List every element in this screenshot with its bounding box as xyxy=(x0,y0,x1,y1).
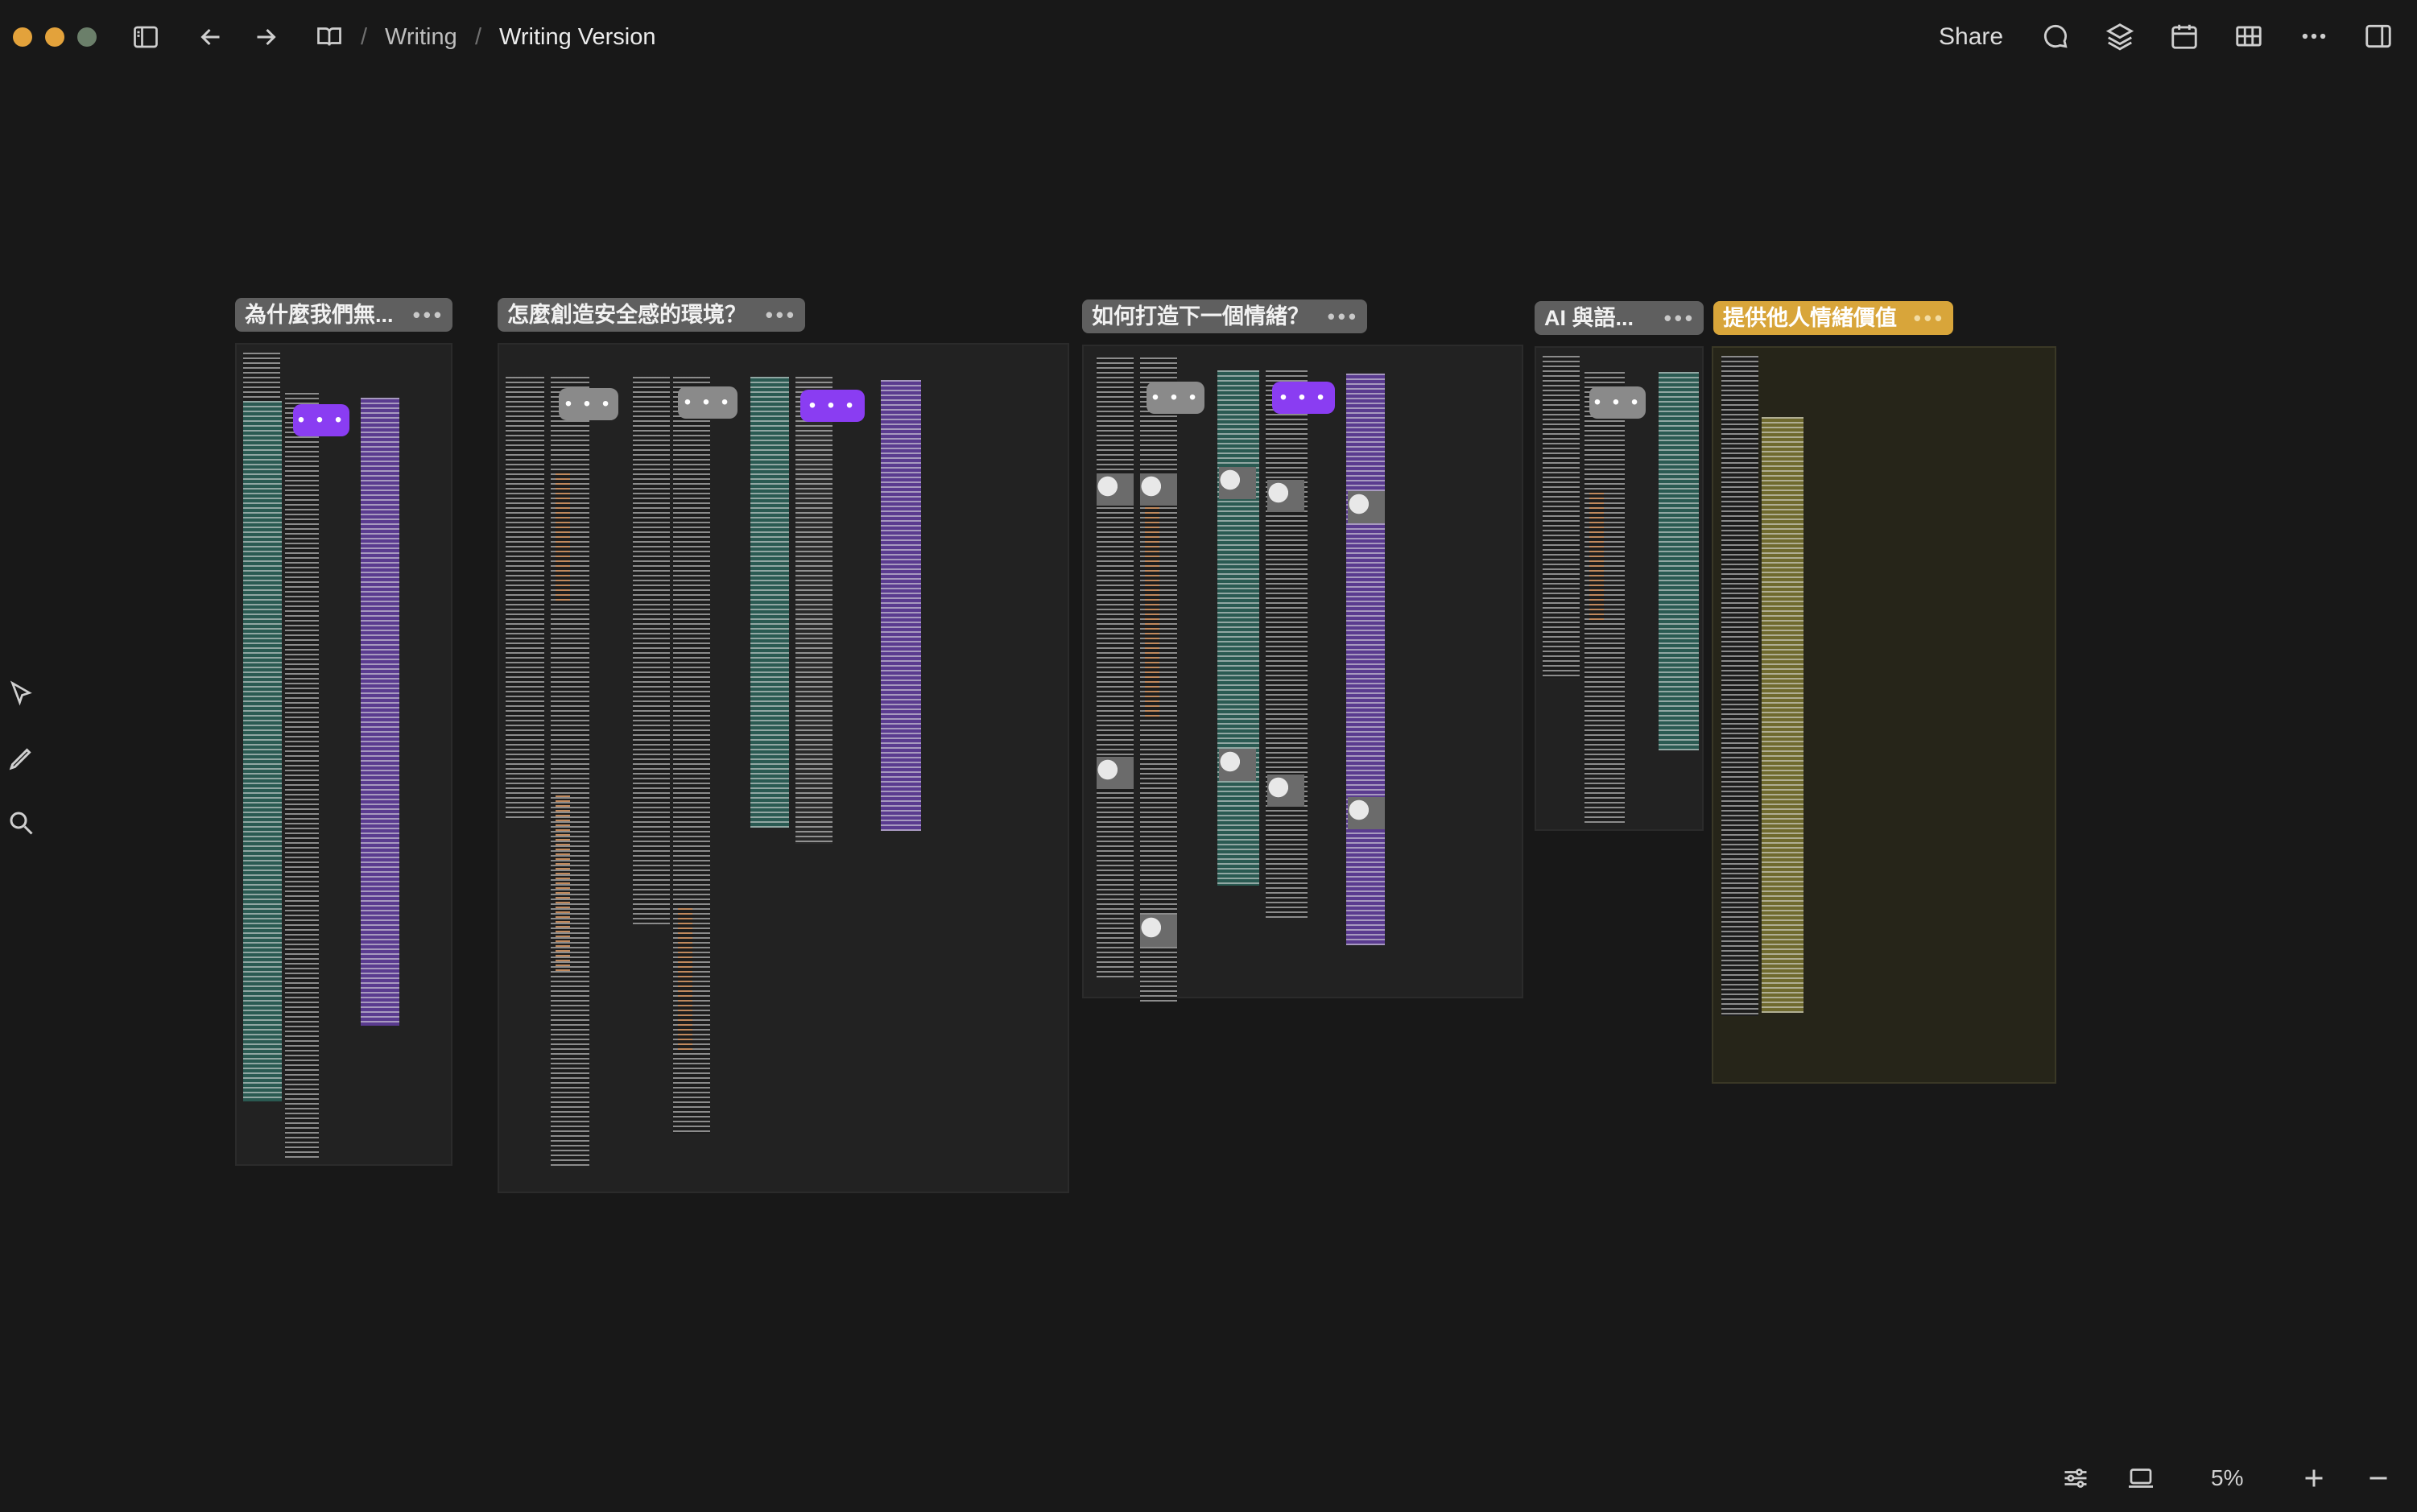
frame-title[interactable]: 如何打造下一個情緒？ ••• xyxy=(1082,300,1367,333)
note-column[interactable] xyxy=(243,353,280,401)
adjustments-icon[interactable] xyxy=(2061,1464,2090,1493)
library-icon[interactable] xyxy=(2233,21,2264,52)
comment-bubble[interactable]: • • • xyxy=(1147,382,1204,414)
highlight-marks xyxy=(556,473,570,602)
canvas-frame[interactable]: • • • xyxy=(1535,346,1704,831)
image-thumbnail[interactable] xyxy=(1219,467,1256,499)
comment-icon[interactable] xyxy=(2040,21,2071,52)
note-column[interactable] xyxy=(1097,357,1134,977)
sidebar-toggle-icon[interactable] xyxy=(130,23,161,52)
note-column[interactable] xyxy=(881,380,921,831)
note-column[interactable] xyxy=(750,377,789,828)
image-thumbnail[interactable] xyxy=(1140,915,1177,947)
note-column[interactable] xyxy=(506,377,544,820)
image-thumbnail[interactable] xyxy=(1267,480,1304,512)
close-window-button[interactable] xyxy=(13,27,32,47)
frame-menu-icon[interactable]: ••• xyxy=(413,298,444,332)
frame-title-text: 為什麼我們無... xyxy=(245,303,394,327)
note-column[interactable] xyxy=(1217,370,1259,886)
highlight-marks xyxy=(556,795,570,973)
breadcrumb-parent[interactable]: Writing xyxy=(385,23,457,52)
highlight-marks xyxy=(678,908,692,1053)
frame-title-text: 提供他人情緒價值 xyxy=(1723,306,1897,330)
frame-title[interactable]: AI 與語... ••• xyxy=(1535,301,1704,335)
image-thumbnail[interactable] xyxy=(1140,473,1177,506)
breadcrumb-separator-2: / xyxy=(475,24,482,50)
comment-bubble[interactable]: • • • xyxy=(1589,386,1646,419)
note-column[interactable] xyxy=(1721,356,1758,1016)
more-options-icon[interactable] xyxy=(2298,21,2330,52)
comment-bubble[interactable]: • • • xyxy=(293,404,349,436)
calendar-icon[interactable] xyxy=(2169,21,2200,52)
note-column[interactable] xyxy=(285,393,319,1158)
canvas-frame[interactable]: • • • • • • • • • xyxy=(498,343,1069,1193)
right-panel-toggle-icon[interactable] xyxy=(2362,21,2394,52)
comment-bubble[interactable]: • • • xyxy=(678,386,737,419)
note-column[interactable] xyxy=(1659,372,1699,750)
note-column[interactable] xyxy=(1762,417,1803,1013)
frame-menu-icon[interactable]: ••• xyxy=(1914,301,1945,335)
image-thumbnail[interactable] xyxy=(1267,775,1304,807)
note-column[interactable] xyxy=(1266,370,1308,918)
breadcrumb-separator: / xyxy=(361,24,368,50)
layers-icon[interactable] xyxy=(2105,21,2135,52)
frame-title-text: 如何打造下一個情緒？ xyxy=(1092,304,1309,328)
frame-title-text: AI 與語... xyxy=(1544,306,1634,330)
highlight-marks xyxy=(1589,493,1604,622)
comment-bubble[interactable]: • • • xyxy=(1272,382,1335,414)
frame-title[interactable]: 提供他人情緒價值 ••• xyxy=(1713,301,1953,335)
image-thumbnail[interactable] xyxy=(1219,749,1256,781)
breadcrumb-current[interactable]: Writing Version xyxy=(499,23,656,52)
canvas-frame[interactable]: • • • • • • xyxy=(1082,345,1523,1002)
frame-title[interactable]: 為什麼我們無... ••• xyxy=(235,298,452,332)
view-mode-icon[interactable] xyxy=(2126,1464,2156,1493)
frame-menu-icon[interactable]: ••• xyxy=(1664,301,1696,335)
share-button[interactable]: Share xyxy=(1939,23,2003,52)
comment-bubble[interactable]: • • • xyxy=(800,390,865,422)
image-thumbnail[interactable] xyxy=(1348,797,1385,829)
note-column[interactable] xyxy=(243,401,282,1101)
zoom-window-button[interactable] xyxy=(77,27,97,47)
book-icon[interactable] xyxy=(314,23,345,52)
note-column[interactable] xyxy=(1346,374,1385,945)
note-column[interactable] xyxy=(361,398,399,1026)
note-column[interactable] xyxy=(795,377,833,844)
canvas-frame[interactable] xyxy=(1712,346,2056,1084)
back-arrow-icon[interactable] xyxy=(196,23,225,52)
image-thumbnail[interactable] xyxy=(1348,491,1385,523)
forward-arrow-icon[interactable] xyxy=(251,23,280,52)
zoom-in-icon[interactable] xyxy=(2299,1464,2328,1493)
frame-title-text: 怎麼創造安全感的環境？ xyxy=(507,303,746,327)
search-icon[interactable] xyxy=(6,808,35,837)
pen-icon[interactable] xyxy=(6,744,35,773)
frame-title[interactable]: 怎麼創造安全感的環境？ ••• xyxy=(498,298,805,332)
note-column[interactable] xyxy=(633,377,670,924)
zoom-level[interactable]: 5% xyxy=(2211,1464,2243,1493)
canvas-frame[interactable]: • • • xyxy=(235,343,452,1166)
frame-menu-icon[interactable]: ••• xyxy=(766,298,797,332)
image-thumbnail[interactable] xyxy=(1097,473,1134,506)
image-thumbnail[interactable] xyxy=(1097,757,1134,789)
zoom-out-icon[interactable] xyxy=(2364,1464,2393,1493)
comment-bubble[interactable]: • • • xyxy=(559,388,618,420)
select-icon[interactable] xyxy=(6,680,35,708)
note-column[interactable] xyxy=(1543,356,1580,678)
frame-menu-icon[interactable]: ••• xyxy=(1328,300,1359,333)
highlight-marks xyxy=(1145,507,1159,717)
minimize-window-button[interactable] xyxy=(45,27,64,47)
